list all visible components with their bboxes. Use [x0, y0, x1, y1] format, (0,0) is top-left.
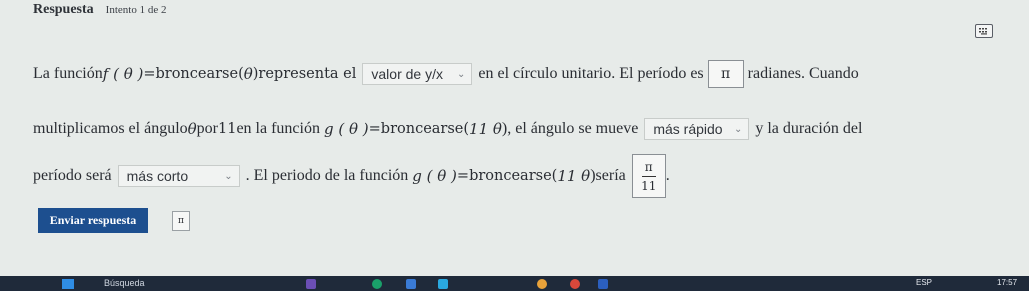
math-expression: θ [243, 65, 253, 83]
text: )sería [590, 167, 626, 184]
math-expression: 11 θ [469, 120, 502, 138]
windows-start-icon[interactable] [62, 279, 74, 289]
text: y la duración del [755, 120, 863, 137]
taskbar: Búsqueda ESP 17:57 [0, 276, 1029, 291]
text: período será [33, 167, 112, 184]
text: =broncearse( [368, 121, 470, 137]
math-expression: f ( θ ) [102, 65, 144, 83]
text: La función [33, 65, 103, 82]
question-line-2: multiplicamos el ángulo θ por 11 en la f… [33, 118, 862, 140]
keyboard-icon[interactable] [975, 24, 993, 38]
math-preview: π [172, 211, 190, 231]
chevron-down-icon: ⌄ [224, 170, 233, 182]
word-icon[interactable] [598, 279, 608, 289]
math-number: 11 [218, 121, 237, 137]
text: =broncearse( [456, 168, 558, 184]
answer-header: Respuesta Intento 1 de 2 [33, 2, 166, 18]
dropdown-value: valor de y/x [371, 66, 443, 82]
keyboard-glyph [979, 28, 987, 35]
dropdown-duration[interactable]: más corto ⌄ [117, 165, 240, 187]
app-icon[interactable] [372, 279, 382, 289]
attempt-counter: Intento 1 de 2 [105, 4, 167, 16]
dropdown-ratio[interactable]: valor de y/x ⌄ [362, 63, 473, 85]
text: radianes. Cuando [747, 65, 859, 82]
text: en la función [236, 120, 320, 137]
submit-answer-button[interactable]: Enviar respuesta [38, 208, 148, 233]
taskbar-search[interactable]: Búsqueda [104, 278, 145, 288]
text: multiplicamos el ángulo [33, 120, 188, 137]
math-expression: θ [187, 120, 197, 138]
text: )representa el [252, 66, 357, 82]
text: por [196, 120, 218, 137]
text: =broncearse( [143, 66, 244, 82]
app-icon[interactable] [406, 279, 416, 289]
question-line-1: La función f ( θ ) =broncearse( θ )repre… [33, 60, 859, 88]
fraction-bar [641, 175, 656, 177]
answer-title: Respuesta [33, 2, 94, 17]
chevron-down-icon: ⌄ [457, 68, 466, 80]
fraction-denominator: 11 [641, 178, 657, 193]
text: en el círculo unitario. El período es [478, 65, 704, 82]
period-answer-input[interactable]: π [707, 60, 744, 88]
text: ), el ángulo se mueve [501, 120, 639, 137]
text: . [665, 167, 670, 184]
app-icon[interactable] [438, 279, 448, 289]
dropdown-value: más corto [126, 168, 189, 184]
period-fraction-input[interactable]: π 11 [631, 154, 666, 198]
language-indicator[interactable]: ESP [916, 278, 932, 287]
clock[interactable]: 17:57 [997, 278, 1017, 287]
question-line-3: período será más corto ⌄ . El periodo de… [33, 154, 670, 198]
dropdown-speed[interactable]: más rápido ⌄ [644, 118, 750, 140]
math-expression: 11 θ [557, 167, 591, 185]
app-icon[interactable] [537, 279, 547, 289]
chevron-down-icon: ⌄ [733, 123, 743, 135]
math-expression: g ( θ ) [323, 120, 369, 138]
fraction-numerator: π [644, 159, 653, 174]
dropdown-value: más rápido [653, 121, 723, 137]
math-expression: g ( θ ) [412, 167, 457, 185]
app-icon[interactable] [306, 279, 316, 289]
text: . El periodo de la función [245, 167, 409, 184]
chrome-icon[interactable] [570, 279, 580, 289]
